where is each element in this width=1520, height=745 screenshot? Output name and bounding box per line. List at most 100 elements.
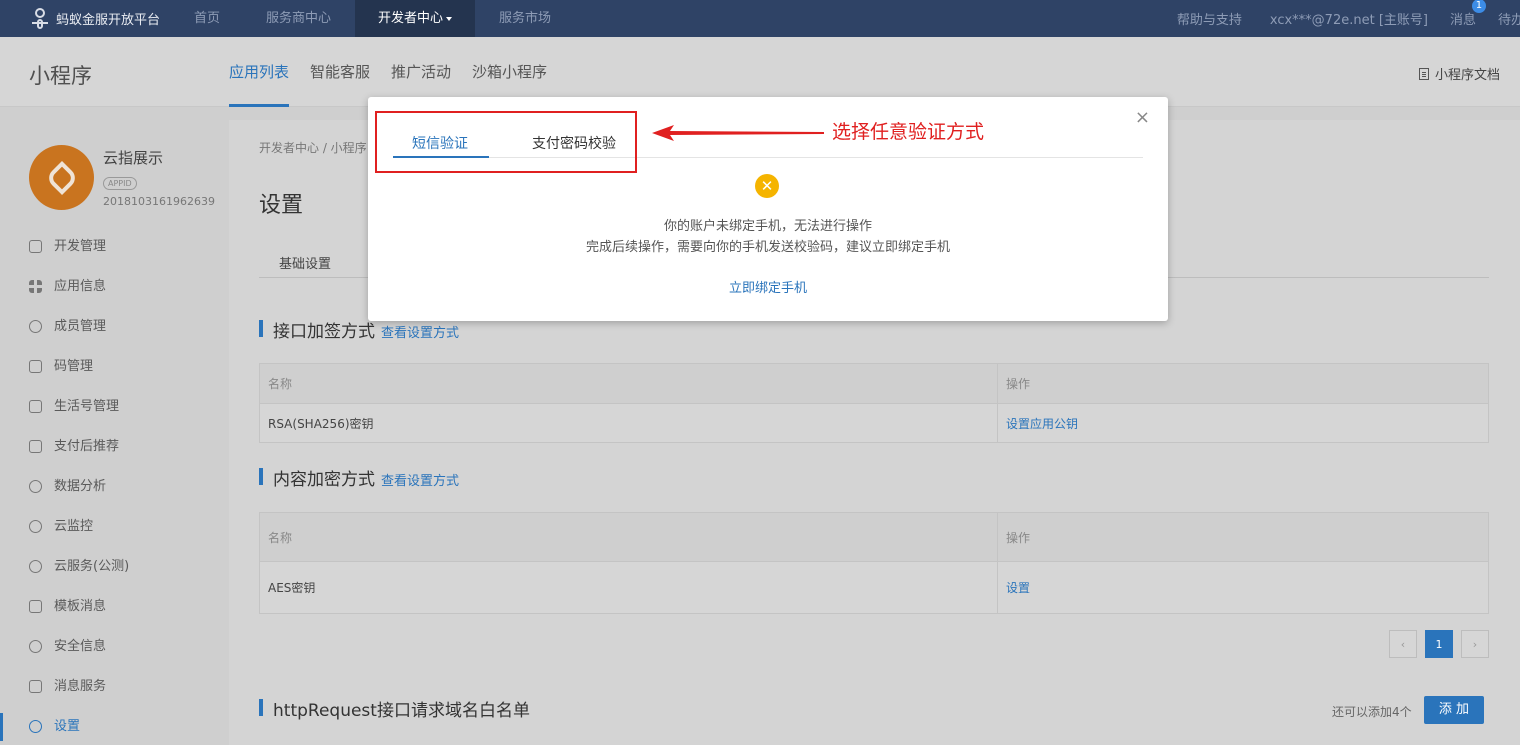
doc-link-label: 小程序文档 <box>1434 68 1500 83</box>
messages-badge: 1 <box>1471 0 1486 13</box>
view-encryption-method-link[interactable]: 查看设置方式 <box>381 474 459 489</box>
chevron-down-icon <box>446 16 453 21</box>
sidebar-item-label: 生活号管理 <box>54 399 120 414</box>
nav-service-market[interactable]: 服务市场 <box>485 0 565 37</box>
grid-icon <box>29 280 42 293</box>
page-1-button[interactable]: 1 <box>1425 630 1453 658</box>
sidebar-item-analytics[interactable]: 数据分析 <box>0 467 229 507</box>
table-row: AES密钥 设置 <box>260 561 1488 613</box>
sidebar-item-life-account[interactable]: 生活号管理 <box>0 387 229 427</box>
section-encryption-title: 内容加密方式 <box>273 470 375 490</box>
document-icon <box>1418 67 1429 80</box>
close-icon[interactable]: × <box>1135 109 1150 127</box>
encryption-table: 名称 操作 AES密钥 设置 <box>259 512 1489 614</box>
section-whitelist-title: httpRequest接口请求域名白名单 <box>273 701 530 721</box>
qrcode-icon <box>29 360 42 373</box>
appid-tag: APPID <box>103 177 137 190</box>
sidebar-item-label: 安全信息 <box>54 639 107 654</box>
mini-program-icon <box>44 160 79 195</box>
cloud-service-icon <box>29 560 42 573</box>
tab-smart-service[interactable]: 智能客服 <box>310 37 370 107</box>
ant-logo-icon <box>30 6 50 32</box>
breadcrumb[interactable]: 开发者中心 / 小程序 <box>259 139 367 156</box>
nav-provider-center[interactable]: 服务商中心 <box>252 0 345 37</box>
messages-label: 消息 <box>1449 13 1476 28</box>
top-navigation-bar: 蚂蚁金服开放平台 首页 服务商中心 开发者中心 服务市场 帮助与支持 xcx**… <box>0 0 1520 37</box>
sidebar-item-label: 模板消息 <box>54 599 107 614</box>
nav-developer-center-label: 开发者中心 <box>378 11 444 26</box>
todo-link[interactable]: 待办 <box>1498 9 1520 28</box>
view-signing-method-link[interactable]: 查看设置方式 <box>381 326 459 341</box>
annotation-arrow <box>652 125 824 141</box>
chart-icon <box>29 680 42 693</box>
sidebar-item-label: 云监控 <box>54 519 94 534</box>
pagination: ‹ 1 › <box>1389 630 1497 658</box>
table-header-row: 名称 操作 <box>260 364 1488 403</box>
nav-developer-center[interactable]: 开发者中心 <box>355 0 476 37</box>
shield-icon <box>29 640 42 653</box>
prev-page-button[interactable]: ‹ <box>1389 630 1417 658</box>
help-link[interactable]: 帮助与支持 <box>1177 9 1242 28</box>
section-signing-title: 接口加签方式 <box>273 322 375 342</box>
annotation-text: 选择任意验证方式 <box>832 121 985 143</box>
next-page-button[interactable]: › <box>1461 630 1489 658</box>
sidebar-item-post-payment[interactable]: 支付后推荐 <box>0 427 229 467</box>
table-header-row: 名称 操作 <box>260 513 1488 561</box>
messages-link[interactable]: 消息 1 <box>1449 0 1486 28</box>
user-icon <box>29 320 42 333</box>
sidebar-item-template-message[interactable]: 模板消息 <box>0 587 229 627</box>
nav-home[interactable]: 首页 <box>180 0 234 37</box>
sidebar-menu: 开发管理 应用信息 成员管理 码管理 生活号管理 支付后推荐 数据分析 云监控 … <box>0 227 229 745</box>
column-header-name: 名称 <box>260 364 998 403</box>
sidebar-item-security[interactable]: 安全信息 <box>0 627 229 667</box>
sidebar-item-dev-management[interactable]: 开发管理 <box>0 227 229 267</box>
add-domain-button[interactable]: 添 加 <box>1424 696 1484 724</box>
sidebar-item-label: 设置 <box>54 719 81 734</box>
signing-table: 名称 操作 RSA(SHA256)密钥 设置应用公钥 <box>259 363 1489 443</box>
app-id: 2018103161962639 <box>103 195 215 208</box>
sidebar-item-settings[interactable]: 设置 <box>0 707 229 745</box>
bind-phone-advice: 完成后续操作，需要向你的手机发送校验码，建议立即绑定手机 <box>585 240 950 255</box>
set-app-public-key-link[interactable]: 设置应用公钥 <box>998 404 1488 442</box>
message-icon <box>29 600 42 613</box>
app-avatar <box>29 145 94 210</box>
sidebar-item-label: 支付后推荐 <box>54 439 120 454</box>
top-nav-right: 帮助与支持 xcx***@72e.net [主账号] 消息 1 待办 <box>1155 0 1520 37</box>
bind-phone-link[interactable]: 立即绑定手机 <box>729 281 807 296</box>
cloud-icon <box>29 520 42 533</box>
sidebar-item-cloud-service[interactable]: 云服务(公测) <box>0 547 229 587</box>
set-aes-key-link[interactable]: 设置 <box>998 562 1488 613</box>
sidebar-item-label: 数据分析 <box>54 479 107 494</box>
sidebar-item-app-info[interactable]: 应用信息 <box>0 267 229 307</box>
annotation-highlight-box <box>375 111 637 173</box>
sidebar-item-label: 成员管理 <box>54 319 107 334</box>
doc-link[interactable]: 小程序文档 <box>1418 64 1500 83</box>
sidebar-item-label: 码管理 <box>54 359 94 374</box>
sidebar-item-label: 应用信息 <box>54 279 107 294</box>
product-title: 小程序 <box>29 64 92 88</box>
column-header-action: 操作 <box>1006 377 1031 391</box>
no-phone-message: 你的账户未绑定手机，无法进行操作 <box>663 219 872 234</box>
tab-basic-settings[interactable]: 基础设置 <box>279 253 331 272</box>
sidebar-item-message-service[interactable]: 消息服务 <box>0 667 229 707</box>
logo-text: 蚂蚁金服开放平台 <box>56 13 161 28</box>
tab-app-list[interactable]: 应用列表 <box>229 37 290 107</box>
table-row: RSA(SHA256)密钥 设置应用公钥 <box>260 403 1488 442</box>
sidebar-item-qrcode[interactable]: 码管理 <box>0 347 229 387</box>
section-whitelist-heading: httpRequest接口请求域名白名单 <box>259 696 530 721</box>
account-menu[interactable]: xcx***@72e.net [主账号] <box>1270 9 1428 28</box>
sidebar-item-label: 云服务(公测) <box>54 559 130 574</box>
sidebar-item-label: 消息服务 <box>54 679 107 694</box>
code-icon <box>29 240 42 253</box>
sidebar: 云指展示 APPID 2018103161962639 开发管理 应用信息 成员… <box>0 120 229 745</box>
app-name: 云指展示 <box>103 149 164 167</box>
gear-icon <box>29 720 42 733</box>
platform-logo[interactable]: 蚂蚁金服开放平台 <box>0 0 180 37</box>
monitor-icon <box>29 440 42 453</box>
column-header-name: 名称 <box>260 513 998 561</box>
sidebar-item-cloud-monitor[interactable]: 云监控 <box>0 507 229 547</box>
section-encryption-heading: 内容加密方式 查看设置方式 <box>259 465 459 490</box>
column-header-action: 操作 <box>1006 530 1031 545</box>
key-name-cell: AES密钥 <box>260 562 998 613</box>
sidebar-item-members[interactable]: 成员管理 <box>0 307 229 347</box>
